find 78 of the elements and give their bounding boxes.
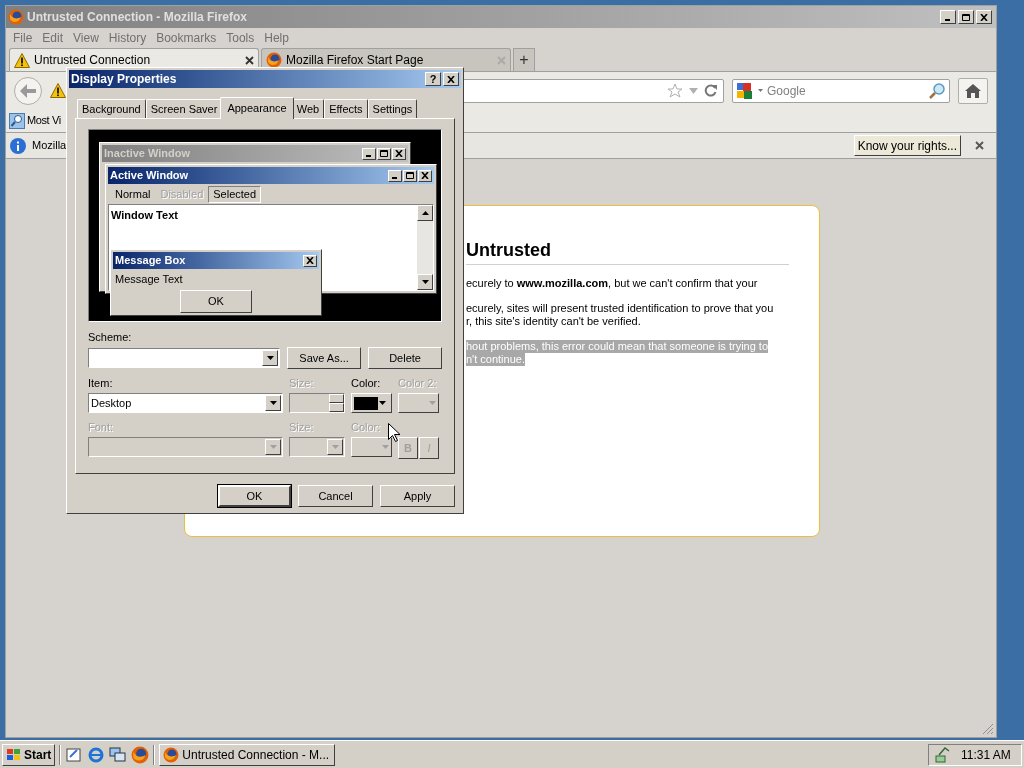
home-button[interactable] xyxy=(958,77,988,104)
star-icon[interactable] xyxy=(667,82,683,99)
dialog-button[interactable]: OK xyxy=(218,485,291,507)
minimize-icon[interactable] xyxy=(388,169,402,182)
notification-text: Mozilla xyxy=(32,138,67,154)
error-text: r, this site's identity can't be verified. xyxy=(466,315,641,328)
search-field[interactable]: Google xyxy=(732,78,950,103)
warning-icon xyxy=(50,83,66,98)
new-tab-button[interactable]: + xyxy=(513,48,535,71)
scroll-down-icon[interactable] xyxy=(417,274,433,290)
item-label: Item: xyxy=(88,377,114,390)
error-text: n't continue. xyxy=(466,353,525,366)
magnifier-icon xyxy=(9,112,25,129)
maximize-icon[interactable] xyxy=(403,169,417,182)
maximize-icon[interactable] xyxy=(377,147,391,160)
dialog-button[interactable]: Apply xyxy=(380,485,455,507)
dialog-tab[interactable]: Effects xyxy=(324,99,368,118)
color-picker[interactable] xyxy=(351,393,392,413)
firefox-icon xyxy=(131,745,150,764)
font-dropdown[interactable] xyxy=(88,437,283,457)
message-text: Message Text xyxy=(114,272,184,287)
message-box-title: Message Box xyxy=(115,253,187,269)
save-as-button[interactable]: Save As... xyxy=(287,347,362,369)
home-icon xyxy=(965,83,981,98)
delete-button[interactable]: Delete xyxy=(368,347,442,369)
window-title: Untrusted Connection - Mozilla Firefox xyxy=(27,9,248,26)
windows-flag-icon xyxy=(6,747,22,762)
taskbar-button[interactable]: Untrusted Connection - M... xyxy=(159,743,336,766)
item-dropdown[interactable]: Desktop xyxy=(88,393,283,413)
error-heading: Untrusted xyxy=(466,238,789,265)
network-icon[interactable] xyxy=(935,746,951,763)
warning-icon xyxy=(14,52,30,68)
error-text: hout problems, this error could mean that someone is trying to xyxy=(466,340,769,353)
inactive-window-title: Inactive Window xyxy=(104,146,192,162)
firefox-icon xyxy=(163,746,180,763)
back-button[interactable] xyxy=(14,76,42,105)
search-icon[interactable] xyxy=(928,81,946,100)
color-label: Color: xyxy=(351,377,382,390)
windows-icon[interactable] xyxy=(109,745,128,764)
scheme-label: Scheme: xyxy=(88,331,133,344)
search-engine-icon[interactable] xyxy=(736,81,754,100)
dropdown-arrow-icon[interactable] xyxy=(379,401,386,405)
clock: 11:31 AM xyxy=(961,746,1011,764)
reload-icon[interactable] xyxy=(704,84,717,97)
dialog-tab[interactable]: Background xyxy=(77,99,146,118)
resize-grip-icon[interactable] xyxy=(982,723,994,735)
back-arrow-icon xyxy=(20,83,36,98)
desktop-icon[interactable] xyxy=(65,745,84,764)
tab-title: Mozilla Firefox Start Page xyxy=(286,52,425,69)
error-text: ecurely to www.mozilla.com, but we can't confirm that your xyxy=(466,277,758,290)
start-button[interactable]: Start xyxy=(2,743,56,766)
minimize-icon[interactable] xyxy=(940,10,956,24)
dialog-button[interactable]: Cancel xyxy=(298,485,373,507)
browser-globe-icon[interactable] xyxy=(87,745,106,764)
know-rights-button[interactable]: Know your rights... xyxy=(853,135,961,156)
dialog-tab[interactable]: Screen Saver xyxy=(145,99,223,118)
scroll-up-icon[interactable] xyxy=(417,205,433,221)
window-text: Window Text xyxy=(110,208,179,223)
cursor-icon xyxy=(388,423,400,442)
error-text: ecurely, sites will present trusted identification to prove that you xyxy=(466,302,774,315)
close-icon[interactable] xyxy=(245,55,254,65)
dialog-title: Display Properties xyxy=(71,71,178,88)
ok-button[interactable]: OK xyxy=(180,289,252,313)
info-icon xyxy=(10,137,26,154)
bookmark-item[interactable]: Most Vi xyxy=(9,112,61,129)
tab-title: Untrusted Connection xyxy=(34,52,152,69)
close-icon[interactable] xyxy=(975,141,984,150)
firefox-icon xyxy=(266,52,282,68)
dialog-tab[interactable]: Appearance xyxy=(220,97,294,119)
search-placeholder: Google xyxy=(767,82,807,100)
help-button[interactable]: ? xyxy=(425,72,441,86)
size-dropdown[interactable] xyxy=(289,437,345,457)
maximize-icon[interactable] xyxy=(958,10,974,24)
dialog-tab[interactable]: Settings xyxy=(367,99,418,118)
scheme-dropdown[interactable] xyxy=(88,348,281,368)
active-window-title: Active Window xyxy=(110,168,190,184)
firefox-icon xyxy=(8,9,24,25)
minimize-icon[interactable] xyxy=(362,147,376,160)
